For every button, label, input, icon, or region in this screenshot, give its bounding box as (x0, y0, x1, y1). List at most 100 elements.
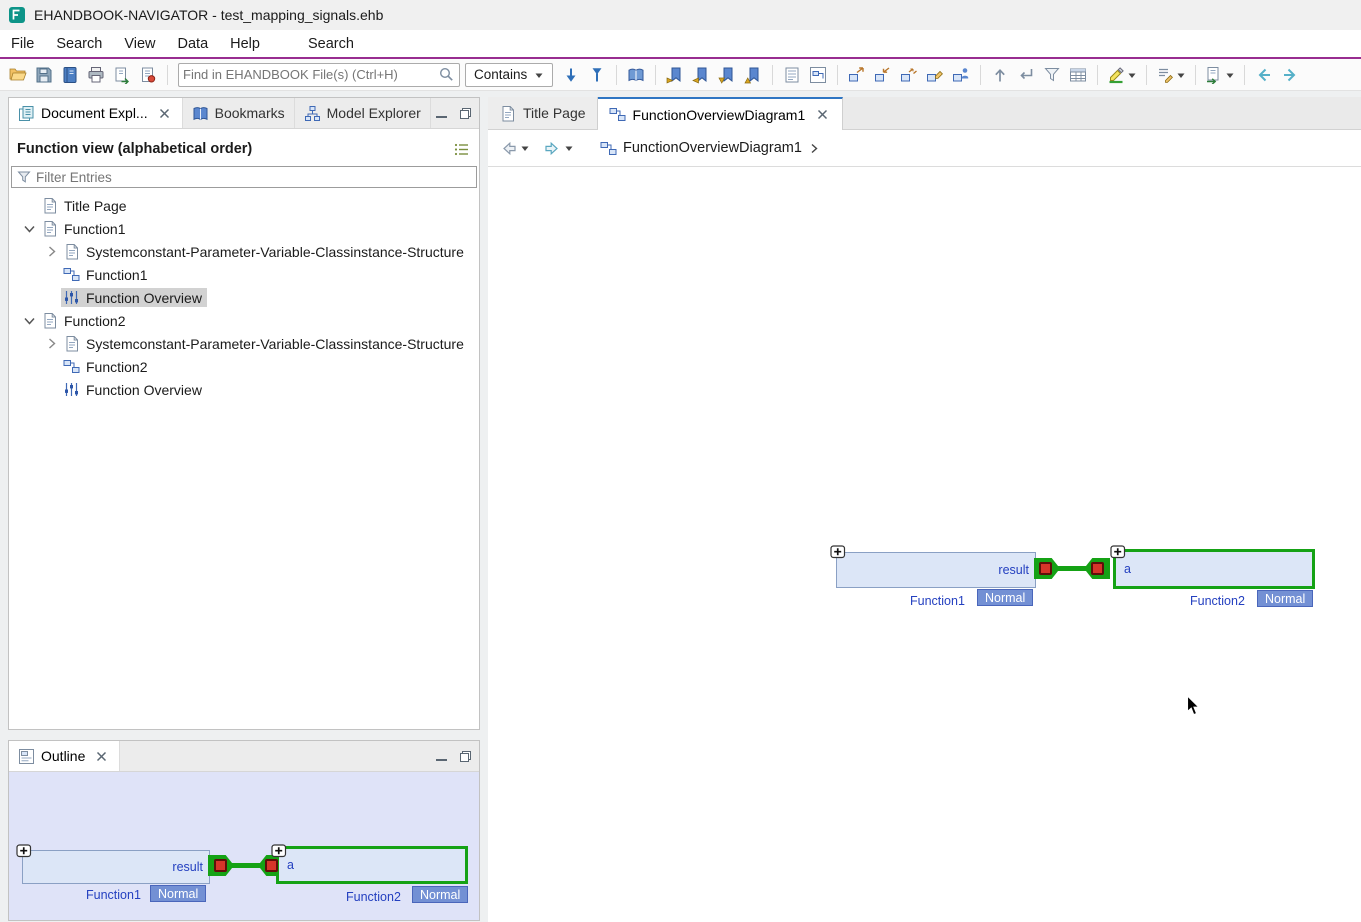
block-title[interactable]: Function1 (86, 888, 141, 902)
close-icon[interactable] (93, 748, 110, 765)
tree-item-body[interactable]: Function2 (39, 311, 130, 330)
funnel-button[interactable] (1040, 63, 1064, 87)
signal-out-button[interactable] (845, 63, 869, 87)
tab-bookmarks[interactable]: Bookmarks (183, 98, 295, 128)
function-block-function1[interactable]: result (22, 850, 210, 884)
find-input[interactable] (183, 67, 438, 82)
function-block-function2[interactable]: a (276, 846, 468, 884)
forward-history-dropdown-icon[interactable] (564, 144, 574, 152)
block-title[interactable]: Function2 (1190, 594, 1245, 608)
port-result[interactable] (1039, 562, 1052, 575)
tree-item-body[interactable]: Function2 (61, 357, 152, 376)
list-page-button[interactable] (780, 63, 804, 87)
tree-item-body[interactable]: Function1 (39, 219, 130, 238)
tree-item-body[interactable]: Function Overview (61, 288, 207, 307)
chevron-expanded-icon[interactable] (19, 220, 39, 238)
tree-item-body[interactable]: Function1 (61, 265, 152, 284)
tab-document-explorer[interactable]: Document Expl... (9, 98, 183, 128)
open-folder-button[interactable] (6, 63, 30, 87)
nav-back-button[interactable] (1252, 63, 1276, 87)
tab-model-explorer[interactable]: Model Explorer (295, 98, 431, 128)
framed-diagram-button[interactable] (806, 63, 830, 87)
report-doc-button[interactable] (136, 63, 160, 87)
block-title[interactable]: Function2 (346, 890, 401, 904)
bookmark-next-button[interactable] (663, 63, 687, 87)
page-nav-button[interactable] (1203, 63, 1237, 87)
tab-title-page[interactable]: Title Page (488, 97, 598, 129)
tree-item-body[interactable]: Systemconstant-Parameter-Variable-Classi… (61, 242, 469, 261)
tree-item-function-overview[interactable]: Function Overview (9, 378, 479, 401)
maximize-icon[interactable] (455, 103, 475, 123)
magnifier-icon[interactable] (438, 66, 455, 83)
data-table-button[interactable] (1066, 63, 1090, 87)
expand-plus-icon[interactable] (830, 545, 846, 559)
arrow-up-button[interactable] (585, 63, 609, 87)
tree-item-function2[interactable]: Function2 (9, 309, 479, 332)
forward-arrow-icon[interactable] (542, 138, 562, 158)
tree-item-body[interactable]: Title Page (39, 196, 132, 215)
minimize-icon[interactable] (431, 746, 451, 766)
tree-item-function1[interactable]: Function1 (9, 263, 479, 286)
tree-item-body[interactable]: Systemconstant-Parameter-Variable-Classi… (61, 334, 469, 353)
annotation-button[interactable] (1154, 63, 1188, 87)
signal-in-button[interactable] (871, 63, 895, 87)
close-icon[interactable] (156, 105, 173, 122)
back-history-dropdown-icon[interactable] (520, 144, 530, 152)
chevron-expanded-icon[interactable] (19, 312, 39, 330)
close-icon[interactable] (814, 106, 831, 123)
save-button[interactable] (32, 63, 56, 87)
function-block-function1[interactable]: result (836, 552, 1036, 588)
chevron-collapsed-icon[interactable] (41, 243, 61, 261)
tab-function-overview-diagram1[interactable]: FunctionOverviewDiagram1 (598, 97, 844, 130)
print-button[interactable] (84, 63, 108, 87)
tree-item-function2[interactable]: Function2 (9, 355, 479, 378)
diagram-canvas[interactable]: result a Function1 Normal Function2 Norm… (488, 167, 1361, 922)
menu-data[interactable]: Data (167, 30, 220, 57)
export-doc-button[interactable] (110, 63, 134, 87)
expand-plus-icon[interactable] (271, 844, 287, 858)
step-up-button[interactable] (988, 63, 1012, 87)
notebook-button[interactable] (58, 63, 82, 87)
menu-file[interactable]: File (0, 30, 45, 57)
tree-item-function1[interactable]: Function1 (9, 217, 479, 240)
filter-entries-input[interactable] (36, 170, 471, 185)
signal-both-button[interactable] (897, 63, 921, 87)
chevron-down-icon[interactable] (1225, 71, 1235, 79)
menu-view[interactable]: View (113, 30, 166, 57)
block-title[interactable]: Function1 (910, 594, 965, 608)
chevron-down-icon[interactable] (1127, 71, 1137, 79)
tree-item-systemconstant-parameter-variable-classinstance-structure[interactable]: Systemconstant-Parameter-Variable-Classi… (9, 240, 479, 263)
minimize-icon[interactable] (431, 103, 451, 123)
nav-forward-button[interactable] (1278, 63, 1302, 87)
signal-edit-button[interactable] (923, 63, 947, 87)
bookmark-last-button[interactable] (715, 63, 739, 87)
outline-viewport[interactable]: result a Function1 Normal Function2 Norm… (9, 772, 479, 920)
port-a[interactable] (265, 859, 278, 872)
tree-item-systemconstant-parameter-variable-classinstance-structure[interactable]: Systemconstant-Parameter-Variable-Classi… (9, 332, 479, 355)
arrow-down-button[interactable] (559, 63, 583, 87)
chevron-down-icon[interactable] (1176, 71, 1186, 79)
menu-help[interactable]: Help (219, 30, 271, 57)
tree-item-function-overview[interactable]: Function Overview (9, 286, 479, 309)
view-menu-icon[interactable] (451, 139, 471, 159)
back-arrow-icon[interactable] (498, 138, 518, 158)
function-block-function2[interactable]: a (1113, 549, 1315, 589)
highlighter-button[interactable] (1105, 63, 1139, 87)
port-result[interactable] (214, 859, 227, 872)
step-return-button[interactable] (1014, 63, 1038, 87)
bookmark-first-button[interactable] (741, 63, 765, 87)
bookmark-prev-button[interactable] (689, 63, 713, 87)
tree-item-title-page[interactable]: Title Page (9, 194, 479, 217)
breadcrumb-item[interactable]: FunctionOverviewDiagram1 (623, 140, 802, 156)
menu-search[interactable]: Search (45, 30, 113, 57)
signal-user-button[interactable] (949, 63, 973, 87)
port-a[interactable] (1091, 562, 1104, 575)
expand-plus-icon[interactable] (16, 844, 32, 858)
tree-item-body[interactable]: Function Overview (61, 380, 207, 399)
open-book-button[interactable] (624, 63, 648, 87)
menu-search[interactable]: Search (297, 30, 365, 57)
maximize-icon[interactable] (455, 746, 475, 766)
contains-dropdown[interactable]: Contains (465, 63, 553, 87)
expand-plus-icon[interactable] (1110, 545, 1126, 559)
breadcrumb-chevron-icon[interactable] (808, 141, 820, 155)
